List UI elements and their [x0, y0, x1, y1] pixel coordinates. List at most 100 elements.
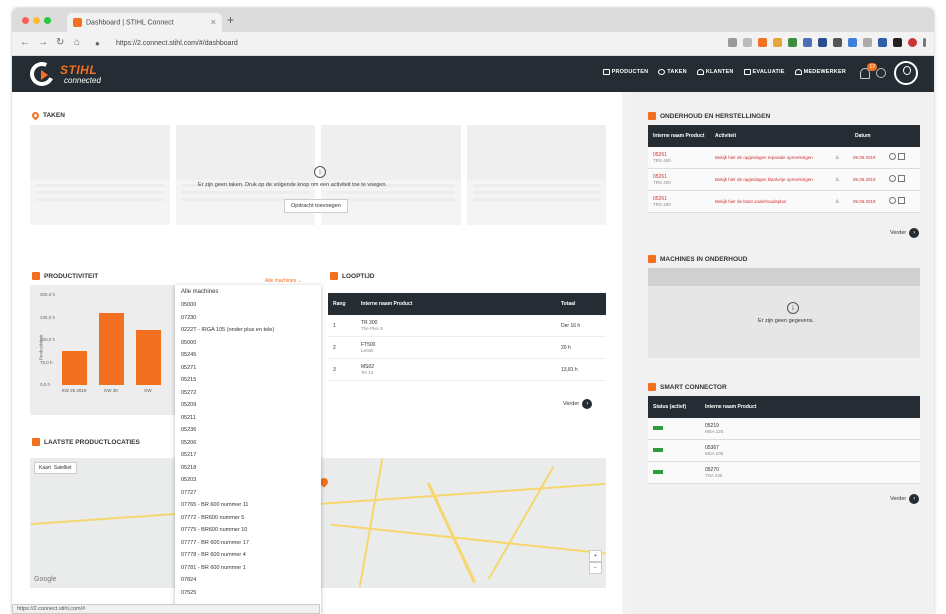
settings-icon[interactable] [889, 175, 896, 182]
extension-icon[interactable] [848, 38, 857, 47]
column-header[interactable]: Status (actief) [648, 404, 700, 410]
zoom-out-button[interactable]: − [589, 562, 602, 574]
forward-icon[interactable]: → [38, 37, 48, 48]
table-row[interactable]: 1 TR 300 The Plus S Der 16 h [328, 315, 606, 337]
dropdown-option[interactable]: 07824 [175, 574, 321, 587]
close-tab-icon[interactable]: × [211, 17, 216, 27]
product-sub: MSA 200 [705, 451, 724, 456]
menu-producten[interactable]: PRODUCTEN [602, 69, 649, 75]
extension-icon[interactable] [803, 38, 812, 47]
menu-medewerker[interactable]: MEDEWERKER [794, 69, 846, 75]
extension-icon[interactable] [833, 38, 842, 47]
dropdown-option[interactable]: 05000 [175, 337, 321, 350]
extension-icon[interactable] [788, 38, 797, 47]
close-window-icon[interactable] [22, 17, 29, 24]
column-header[interactable]: Interne naam Product [648, 133, 710, 139]
table-row[interactable]: 05270 TSA 230 [648, 462, 920, 484]
edit-icon[interactable] [898, 197, 905, 204]
table-row[interactable]: 05261 TRS 400 Bekijk hier de opgeslagen re… [648, 147, 920, 169]
zoom-in-button[interactable]: + [589, 550, 602, 562]
dropdown-option[interactable]: 07525 [175, 587, 321, 600]
dropdown-option[interactable]: 05203 [175, 474, 321, 487]
stihl-connected-logo[interactable]: STIHL connected [26, 58, 130, 90]
dropdown-option[interactable]: 07781 - BR 600 nummer 1 [175, 562, 321, 575]
dropdown-option[interactable]: 05206 [175, 437, 321, 450]
map-type-toggle[interactable]: Kaart Satelliet [34, 462, 77, 474]
settings-icon[interactable] [889, 197, 896, 204]
column-header[interactable]: Rang [328, 301, 356, 307]
extension-icon[interactable] [773, 38, 782, 47]
search-icon[interactable] [728, 38, 737, 47]
table-row[interactable]: 05367 MSA 200 [648, 440, 920, 462]
dropdown-option[interactable]: 05215 [175, 374, 321, 387]
productiviteit-select[interactable]: Alle machines ⌄ [265, 278, 302, 284]
back-icon[interactable]: ← [20, 37, 30, 48]
minimize-window-icon[interactable] [33, 17, 40, 24]
new-tab-icon[interactable]: + [227, 13, 234, 27]
column-header[interactable]: Interne naam Product [700, 404, 850, 410]
smart-connector-more-link[interactable]: Verder › [890, 494, 920, 504]
edit-icon[interactable] [898, 175, 905, 182]
extension-icon[interactable] [863, 38, 872, 47]
extension-icon[interactable] [758, 38, 767, 47]
star-icon[interactable] [743, 38, 752, 47]
dropdown-option[interactable]: 07727 [175, 487, 321, 500]
column-header[interactable]: Activiteit [710, 133, 850, 139]
settings-icon[interactable] [876, 68, 886, 78]
date-cell: 05.06.2019 [853, 198, 876, 204]
activity-cell[interactable]: Bekijk hier de opgeslagen klantvrije opm… [710, 177, 830, 182]
machines-onderhoud-message: Er zijn geen gegevens. [758, 318, 814, 324]
dropdown-option[interactable]: 07778 - BR 600 nummer 4 [175, 549, 321, 562]
menu-evaluatie[interactable]: EVALUATIE [743, 69, 785, 75]
product-sub: Tel 14 [361, 370, 374, 375]
dropdown-option[interactable]: 05209 [175, 399, 321, 412]
dropdown-option[interactable]: 05218 [175, 462, 321, 475]
date-cell: 05.06.2019 [853, 154, 876, 160]
dropdown-option[interactable]: 0222T - IRGA 105 (onder plus en tele) [175, 324, 321, 337]
dropdown-option[interactable]: 05271 [175, 362, 321, 375]
dropdown-option[interactable]: 05217 [175, 449, 321, 462]
dropdown-option[interactable]: 05211 [175, 412, 321, 425]
table-row[interactable]: 05219 MSA 120 [648, 418, 920, 440]
product-cell: TR 300 The Plus S [356, 320, 556, 331]
menu-klanten[interactable]: KLANTEN [696, 69, 734, 75]
settings-icon[interactable] [889, 153, 896, 160]
user-icon: ♙ [835, 176, 840, 183]
profile-icon[interactable] [908, 38, 917, 47]
dropdown-option[interactable]: 05236 [175, 424, 321, 437]
menu-taken[interactable]: TAKEN [658, 69, 687, 75]
table-row[interactable]: 3 MS02 Tel 14 13,81 h [328, 359, 606, 381]
reload-icon[interactable]: ↻ [56, 37, 64, 48]
home-icon[interactable]: ⌂ [74, 37, 80, 48]
table-row[interactable]: 05261 TRS 400 Bekijk hier de opgeslagen kl… [648, 169, 920, 191]
dropdown-option[interactable]: 07230 [175, 312, 321, 325]
menu-icon[interactable] [923, 38, 926, 47]
dropdown-option[interactable]: 07777 - BR 600 nummer 17 [175, 537, 321, 550]
maximize-window-icon[interactable] [44, 17, 51, 24]
dropdown-option[interactable]: 05272 [175, 387, 321, 400]
table-row[interactable]: 05261 TRS 400 Bekijk hier de klant onderho… [648, 191, 920, 213]
dropdown-option[interactable]: 07775 - BR600 nummer 10 [175, 524, 321, 537]
dropdown-option[interactable]: 07772 - BR600 nummer 5 [175, 512, 321, 525]
avatar[interactable] [894, 61, 918, 85]
activity-cell[interactable]: Bekijk hier de opgeslagen reparatie opme… [710, 155, 830, 160]
dropdown-option[interactable]: 05245 [175, 349, 321, 362]
extension-icon[interactable] [878, 38, 887, 47]
browser-tab[interactable]: Dashboard | STIHL Connect × [67, 13, 222, 32]
column-header[interactable]: Totaal [556, 301, 606, 307]
url-field[interactable]: https://2.connect.stihl.com/#/dashboard [110, 36, 630, 52]
table-row[interactable]: 2 FT500 Lenter 20 h [328, 337, 606, 359]
edit-icon[interactable] [898, 153, 905, 160]
status-cell [648, 447, 700, 454]
extension-icon[interactable] [893, 38, 902, 47]
column-header[interactable]: Interne naam Product [356, 301, 556, 307]
add-task-button[interactable]: Opdracht toevoegen [284, 199, 348, 213]
activity-cell[interactable]: Bekijk hier de klant onderhoudsplan [710, 199, 830, 204]
dropdown-selected-item[interactable]: Alle machines [175, 285, 321, 299]
onderhoud-more-link[interactable]: Verder › [890, 228, 920, 238]
dropdown-option[interactable]: 05000 [175, 299, 321, 312]
dropdown-option[interactable]: 07765 - BR 600 nummer 11 [175, 499, 321, 512]
column-header[interactable]: Datum [850, 133, 890, 139]
looptijd-more-link[interactable]: Verder › [563, 399, 593, 409]
extension-icon[interactable] [818, 38, 827, 47]
